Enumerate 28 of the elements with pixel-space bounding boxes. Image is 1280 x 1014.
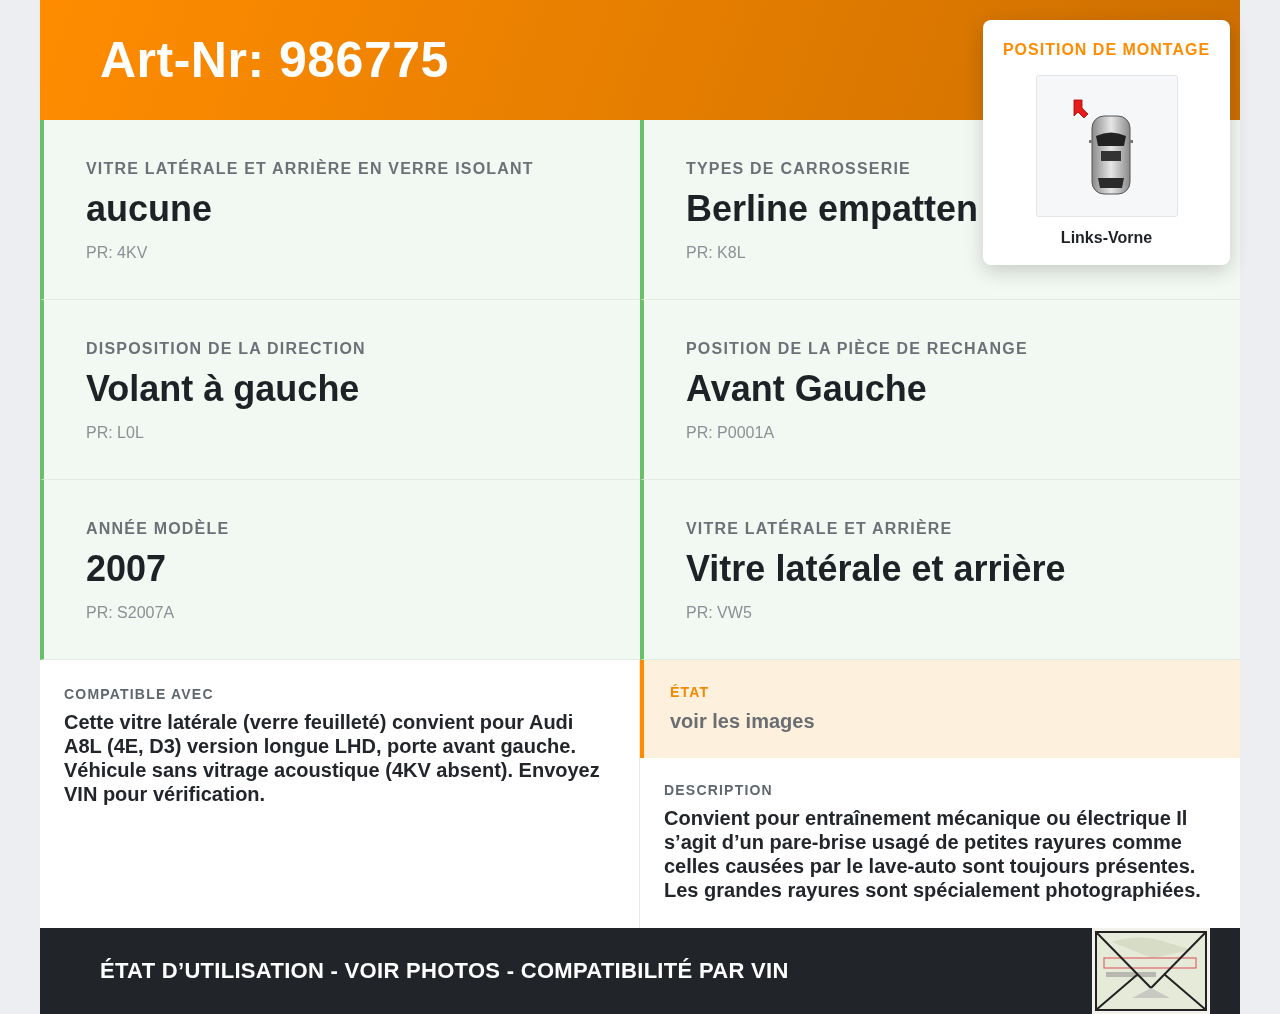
- description-label: DESCRIPTION: [664, 782, 773, 798]
- spec-code: PR: 4KV: [86, 244, 148, 262]
- compatible-text: Cette vitre latérale (verre feuilleté) convient pour Audi A8L (4E, D3) version longue LHD, porte avant gauche. Véhicule sans vitrage acoustique (4KV absent). Envoyez VIN pour vérification.: [64, 710, 601, 806]
- spec-value: Volant à gauche: [86, 368, 360, 410]
- spec-label: DISPOSITION DE LA DIRECTION: [86, 340, 366, 358]
- mounting-position: Links-Vorne: [1060, 229, 1153, 247]
- article-number-title: Art-Nr: 986775: [100, 31, 449, 89]
- spec-label: ANNÉE MODÈLE: [86, 520, 230, 538]
- spec-label: VITRE LATÉRALE ET ARRIÈRE: [686, 520, 953, 538]
- spec-value: Avant Gauche: [686, 368, 927, 410]
- compatible-label: COMPATIBLE AVEC: [64, 686, 214, 702]
- description-text: Convient pour entraînement mécanique ou électrique Il s’agit d’un pare-brise usagé de petites rayures comme celles causées par le lave-auto sont toujours présentes. Les grandes rayures sont spécialement photographiées.: [664, 806, 1202, 902]
- condition-label: ÉTAT: [670, 684, 710, 700]
- spec-code: PR: VW5: [686, 604, 752, 622]
- spec-value: Vitre latérale et arrière: [686, 548, 1066, 590]
- spec-value: Berline empatten: [686, 188, 979, 230]
- spec-code: PR: S2007A: [86, 604, 175, 622]
- spec-code: PR: L0L: [86, 424, 144, 442]
- spec-code: PR: P0001A: [686, 424, 775, 442]
- condition-text: voir les images: [670, 710, 815, 733]
- spec-code: PR: K8L: [686, 244, 746, 262]
- footer-text: ÉTAT D’UTILISATION - VOIR PHOTOS - COMPATIBILITÉ PAR VIN: [100, 958, 789, 984]
- spec-label: POSITION DE LA PIÈCE DE RECHANGE: [686, 340, 1028, 358]
- spec-label: TYPES DE CARROSSERIE: [686, 160, 911, 178]
- spec-value: aucune: [86, 188, 213, 230]
- spec-label: VITRE LATÉRALE ET ARRIÈRE EN VERRE ISOLANT: [86, 160, 534, 178]
- mounting-title: POSITION DE MONTAGE: [1002, 41, 1211, 59]
- spec-value: 2007: [86, 548, 167, 590]
